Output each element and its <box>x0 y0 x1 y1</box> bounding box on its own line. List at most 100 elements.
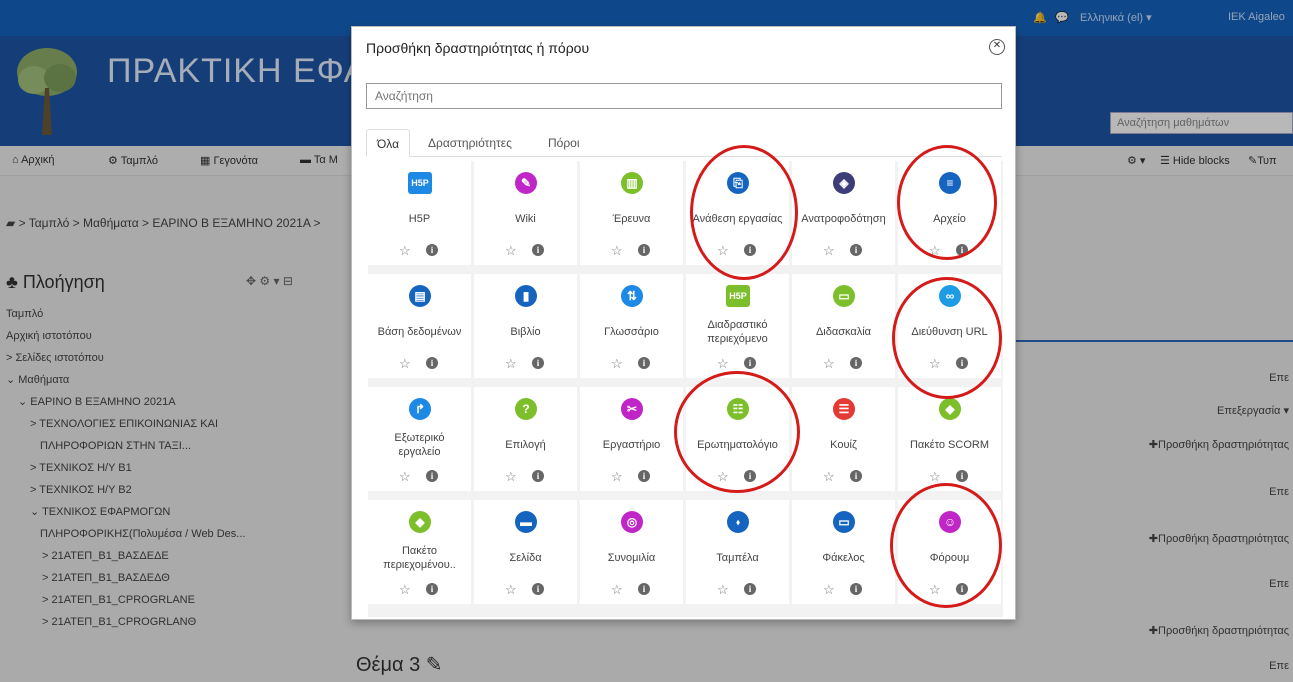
activity-label: H5P <box>408 213 431 225</box>
forum-icon: ☺ <box>939 511 961 533</box>
activity-card[interactable]: ☺ Φόρουμ ☆ i <box>898 500 1001 604</box>
info-icon[interactable]: i <box>956 583 968 595</box>
info-icon[interactable]: i <box>638 583 650 595</box>
activity-actions: ☆ i <box>792 243 895 259</box>
star-icon[interactable]: ☆ <box>505 356 517 372</box>
activity-label: Διεύθυνση URL <box>911 326 988 338</box>
star-icon[interactable]: ☆ <box>611 582 623 598</box>
tab-resources[interactable]: Πόροι <box>538 129 590 157</box>
info-icon[interactable]: i <box>532 583 544 595</box>
info-icon[interactable]: i <box>850 470 862 482</box>
activity-label: Ταμπέλα <box>716 552 759 564</box>
info-icon[interactable]: i <box>744 583 756 595</box>
h5p-interactive-icon: H5P <box>726 285 750 307</box>
star-icon[interactable]: ☆ <box>717 582 729 598</box>
activity-card[interactable]: ▤ Βάση δεδομένων ☆ i <box>368 274 471 378</box>
star-icon[interactable]: ☆ <box>505 243 517 259</box>
tab-activities[interactable]: Δραστηριότητες <box>418 129 522 157</box>
activity-label: Βάση δεδομένων <box>377 326 462 338</box>
activity-card[interactable]: ▬ Σελίδα ☆ i <box>474 500 577 604</box>
info-icon[interactable]: i <box>426 470 438 482</box>
star-icon[interactable]: ☆ <box>611 243 623 259</box>
star-icon[interactable]: ☆ <box>823 469 835 485</box>
info-icon[interactable]: i <box>744 244 756 256</box>
info-icon[interactable]: i <box>956 244 968 256</box>
star-icon[interactable]: ☆ <box>929 356 941 372</box>
star-icon[interactable]: ☆ <box>611 469 623 485</box>
ims-package-icon: ◆ <box>409 511 431 533</box>
star-icon[interactable]: ☆ <box>505 469 517 485</box>
activity-card[interactable]: ◆ Πακέτο περιεχομένου.. ☆ i <box>368 500 471 604</box>
folder-icon: ▭ <box>833 511 855 533</box>
tab-all[interactable]: Όλα <box>366 129 411 157</box>
activity-card[interactable]: ≡ Αρχείο ☆ i <box>898 161 1001 265</box>
info-icon[interactable]: i <box>532 244 544 256</box>
info-icon[interactable]: i <box>426 583 438 595</box>
star-icon[interactable]: ☆ <box>929 243 941 259</box>
info-icon[interactable]: i <box>850 357 862 369</box>
star-icon[interactable]: ☆ <box>611 356 623 372</box>
activity-actions: ☆ i <box>898 582 1001 598</box>
activity-label: Επιλογή <box>505 439 546 451</box>
activity-card[interactable]: H5P Διαδραστικό περιεχόμενο ☆ i <box>686 274 789 378</box>
info-icon[interactable]: i <box>532 470 544 482</box>
star-icon[interactable]: ☆ <box>399 356 411 372</box>
info-icon[interactable]: i <box>744 357 756 369</box>
activity-card[interactable]: ⇅ Γλωσσάριο ☆ i <box>580 274 683 378</box>
lesson-icon: ▭ <box>833 285 855 307</box>
activity-search-input[interactable] <box>366 83 1002 109</box>
info-icon[interactable]: i <box>532 357 544 369</box>
activity-actions: ☆ i <box>898 469 1001 485</box>
activity-card[interactable]: ▥ Έρευνα ☆ i <box>580 161 683 265</box>
info-icon[interactable]: i <box>638 470 650 482</box>
star-icon[interactable]: ☆ <box>823 582 835 598</box>
activity-card[interactable]: ✎ Wiki ☆ i <box>474 161 577 265</box>
star-icon[interactable]: ☆ <box>505 582 517 598</box>
info-icon[interactable]: i <box>426 357 438 369</box>
activity-actions: ☆ i <box>580 469 683 485</box>
activity-actions: ☆ i <box>792 582 895 598</box>
info-icon[interactable]: i <box>956 357 968 369</box>
activity-actions: ☆ i <box>898 243 1001 259</box>
star-icon[interactable]: ☆ <box>717 469 729 485</box>
activity-card[interactable]: ✂ Εργαστήριο ☆ i <box>580 387 683 491</box>
star-icon[interactable]: ☆ <box>929 582 941 598</box>
activity-card[interactable]: ↱ Εξωτερικό εργαλείο ☆ i <box>368 387 471 491</box>
feedback-icon: ◈ <box>833 172 855 194</box>
activity-card[interactable]: ▭ Φάκελος ☆ i <box>792 500 895 604</box>
activity-card[interactable]: ∞ Διεύθυνση URL ☆ i <box>898 274 1001 378</box>
activity-card[interactable]: ▮ Βιβλίο ☆ i <box>474 274 577 378</box>
star-icon[interactable]: ☆ <box>399 469 411 485</box>
star-icon[interactable]: ☆ <box>823 243 835 259</box>
info-icon[interactable]: i <box>956 470 968 482</box>
star-icon[interactable]: ☆ <box>399 582 411 598</box>
activity-card[interactable]: ◎ Συνομιλία ☆ i <box>580 500 683 604</box>
activity-card[interactable]: ⬪ Ταμπέλα ☆ i <box>686 500 789 604</box>
file-icon: ≡ <box>939 172 961 194</box>
info-icon[interactable]: i <box>850 583 862 595</box>
activity-actions: ☆ i <box>580 243 683 259</box>
activity-card[interactable]: ☰ Κουίζ ☆ i <box>792 387 895 491</box>
star-icon[interactable]: ☆ <box>823 356 835 372</box>
activity-label: Wiki <box>515 213 536 225</box>
info-icon[interactable]: i <box>638 357 650 369</box>
star-icon[interactable]: ☆ <box>399 243 411 259</box>
activity-actions: ☆ i <box>368 356 471 372</box>
activity-card[interactable]: ⎘ Ανάθεση εργασίας ☆ i <box>686 161 789 265</box>
info-icon[interactable]: i <box>744 470 756 482</box>
activity-card[interactable]: ☷ Ερωτηματολόγιο ☆ i <box>686 387 789 491</box>
activity-card[interactable]: ◈ Ανατροφοδότηση ☆ i <box>792 161 895 265</box>
activity-card[interactable]: ? Επιλογή ☆ i <box>474 387 577 491</box>
star-icon[interactable]: ☆ <box>717 356 729 372</box>
close-icon[interactable]: ✕ <box>989 39 1005 55</box>
activity-card[interactable]: ◆ Πακέτο SCORM ☆ i <box>898 387 1001 491</box>
info-icon[interactable]: i <box>850 244 862 256</box>
activity-card[interactable]: H5P H5P ☆ i <box>368 161 471 265</box>
star-icon[interactable]: ☆ <box>717 243 729 259</box>
info-icon[interactable]: i <box>426 244 438 256</box>
activity-card[interactable]: ▭ Διδασκαλία ☆ i <box>792 274 895 378</box>
info-icon[interactable]: i <box>638 244 650 256</box>
modal-title: Προσθήκη δραστηριότητας ή πόρου <box>366 40 590 56</box>
star-icon[interactable]: ☆ <box>929 469 941 485</box>
activity-chooser-modal: Προσθήκη δραστηριότητας ή πόρου ✕ Όλα Δρ… <box>351 26 1016 620</box>
